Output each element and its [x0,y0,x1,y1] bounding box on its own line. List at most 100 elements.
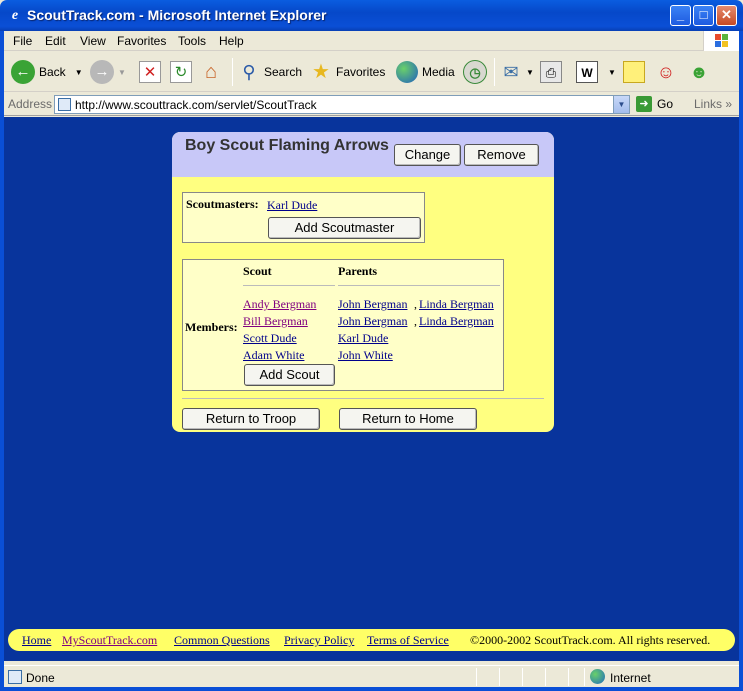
divider [182,398,544,399]
parent-link[interactable]: Linda Bergman [419,297,494,312]
discuss-button[interactable] [623,59,649,85]
forward-button[interactable]: → ▼ [90,59,126,85]
status-bar: Done Internet [4,665,739,687]
scout-link[interactable]: Adam White [243,348,304,363]
footer-common-questions-link[interactable]: Common Questions [174,633,270,648]
favorites-button[interactable]: ★ Favorites [310,59,385,85]
footer-home-link[interactable]: Home [22,633,51,648]
parent-link[interactable]: Karl Dude [338,331,388,346]
troop-header: Boy Scout Flaming Arrows Change Remove [172,132,554,177]
stop-button[interactable]: ✕ [139,59,165,85]
return-to-troop-button[interactable]: Return to Troop [182,408,320,430]
search-button[interactable]: ⚲ Search [238,59,302,85]
status-separator [568,668,569,686]
windows-flag-icon [703,31,739,51]
minimize-button[interactable]: _ [670,5,691,26]
history-icon: ◷ [463,60,487,84]
menu-help[interactable]: Help [219,34,244,48]
go-arrow-icon: ➜ [636,96,652,112]
back-arrow-icon: ← [11,60,35,84]
add-scout-button[interactable]: Add Scout [244,364,335,386]
history-button[interactable]: ◷ [463,59,491,85]
menu-tools[interactable]: Tools [178,34,206,48]
forward-dropdown-icon: ▼ [118,67,126,77]
footer-myscouttrack-link[interactable]: MyScoutTrack.com [62,633,157,648]
members-box: Members: Scout Parents Andy Bergman John… [182,259,504,391]
refresh-button[interactable]: ↻ [170,59,196,85]
menu-file[interactable]: File [13,34,32,48]
address-dropdown-icon[interactable]: ▼ [613,96,629,113]
links-button[interactable]: Links » [694,97,732,111]
mail-dropdown-icon[interactable]: ▼ [526,68,534,77]
menu-edit[interactable]: Edit [45,34,66,48]
menu-favorites[interactable]: Favorites [117,34,166,48]
back-dropdown-icon[interactable]: ▼ [75,68,83,77]
search-label: Search [264,65,303,79]
msn-messenger-button[interactable]: ☻ [688,59,714,85]
parent-link[interactable]: Linda Bergman [419,314,494,329]
back-button[interactable]: ← Back ▼ [11,59,83,85]
scout-link[interactable]: Scott Dude [243,331,297,346]
scout-link[interactable]: Bill Bergman [243,314,308,329]
home-button[interactable]: ⌂ [200,59,226,85]
status-text: Done [26,671,55,685]
address-label: Address [8,97,53,111]
media-button[interactable]: Media [396,59,455,85]
footer-privacy-policy-link[interactable]: Privacy Policy [284,633,354,648]
close-button[interactable]: ✕ [716,5,737,26]
status-separator [476,668,477,686]
parent-link[interactable]: John Bergman [338,297,407,312]
parent-separator: , [414,314,417,328]
refresh-icon: ↻ [170,61,192,83]
status-separator [499,668,500,686]
maximize-button[interactable]: □ [693,5,714,26]
address-url[interactable]: http://www.scouttrack.com/servlet/ScoutT… [75,98,317,112]
edit-button[interactable]: W ▼ [576,59,616,85]
scout-link[interactable]: Andy Bergman [243,297,316,312]
toolbar-separator [232,58,233,86]
window-frame-right [739,31,743,691]
messenger-button[interactable]: ☺ [655,59,681,85]
mail-envelope-icon: ✉ [503,62,519,82]
edit-dropdown-icon[interactable]: ▼ [608,68,616,77]
mail-button[interactable]: ✉ ▼ [500,59,534,85]
internet-zone-globe-icon [590,669,605,684]
toolbar-separator [494,58,495,86]
scoutmasters-box: Scoutmasters: Karl Dude Add Scoutmaster [182,192,425,243]
messenger-people-icon: ☻ [689,62,709,82]
media-label: Media [422,65,455,79]
back-label: Back [39,65,66,79]
word-edit-icon: W [576,61,598,83]
footer-terms-link[interactable]: Terms of Service [367,633,449,648]
change-button[interactable]: Change [394,144,461,166]
scoutmaster-link[interactable]: Karl Dude [267,198,317,213]
printer-icon: ⎙ [540,61,562,83]
yahoo-smiley-icon: ☺ [656,62,676,82]
go-label: Go [657,97,674,111]
address-bar: Address http://www.scouttrack.com/servle… [4,93,739,116]
forward-arrow-icon: → [90,60,114,84]
parent-link[interactable]: John Bergman [338,314,407,329]
menu-view[interactable]: View [80,34,106,48]
page-footer: Home MyScoutTrack.com Common Questions P… [8,629,735,651]
return-to-home-button[interactable]: Return to Home [339,408,477,430]
scout-column-header: Scout [243,264,272,278]
title-bar: e ScoutTrack.com - Microsoft Internet Ex… [0,0,743,31]
ie-logo-icon: e [11,8,19,23]
stop-icon: ✕ [139,61,161,83]
parent-link[interactable]: John White [338,348,393,363]
parent-separator: , [414,297,417,311]
toolbar: ← Back ▼ → ▼ ✕ ↻ ⌂ ⚲ Search ★ Favorites … [4,52,739,92]
address-input[interactable]: http://www.scouttrack.com/servlet/ScoutT… [54,95,630,114]
print-button[interactable]: ⎙ [540,59,566,85]
go-button[interactable]: ➜ Go [636,96,673,112]
scout-header-rule [243,285,335,286]
parents-column-header: Parents [338,264,378,278]
scoutmasters-label: Scoutmasters: [186,197,259,211]
favorites-label: Favorites [336,65,386,79]
remove-button[interactable]: Remove [464,144,539,166]
troop-panel: Boy Scout Flaming Arrows Change Remove S… [172,132,554,432]
add-scoutmaster-button[interactable]: Add Scoutmaster [268,217,421,239]
note-icon [623,61,645,83]
home-icon: ⌂ [204,61,218,83]
